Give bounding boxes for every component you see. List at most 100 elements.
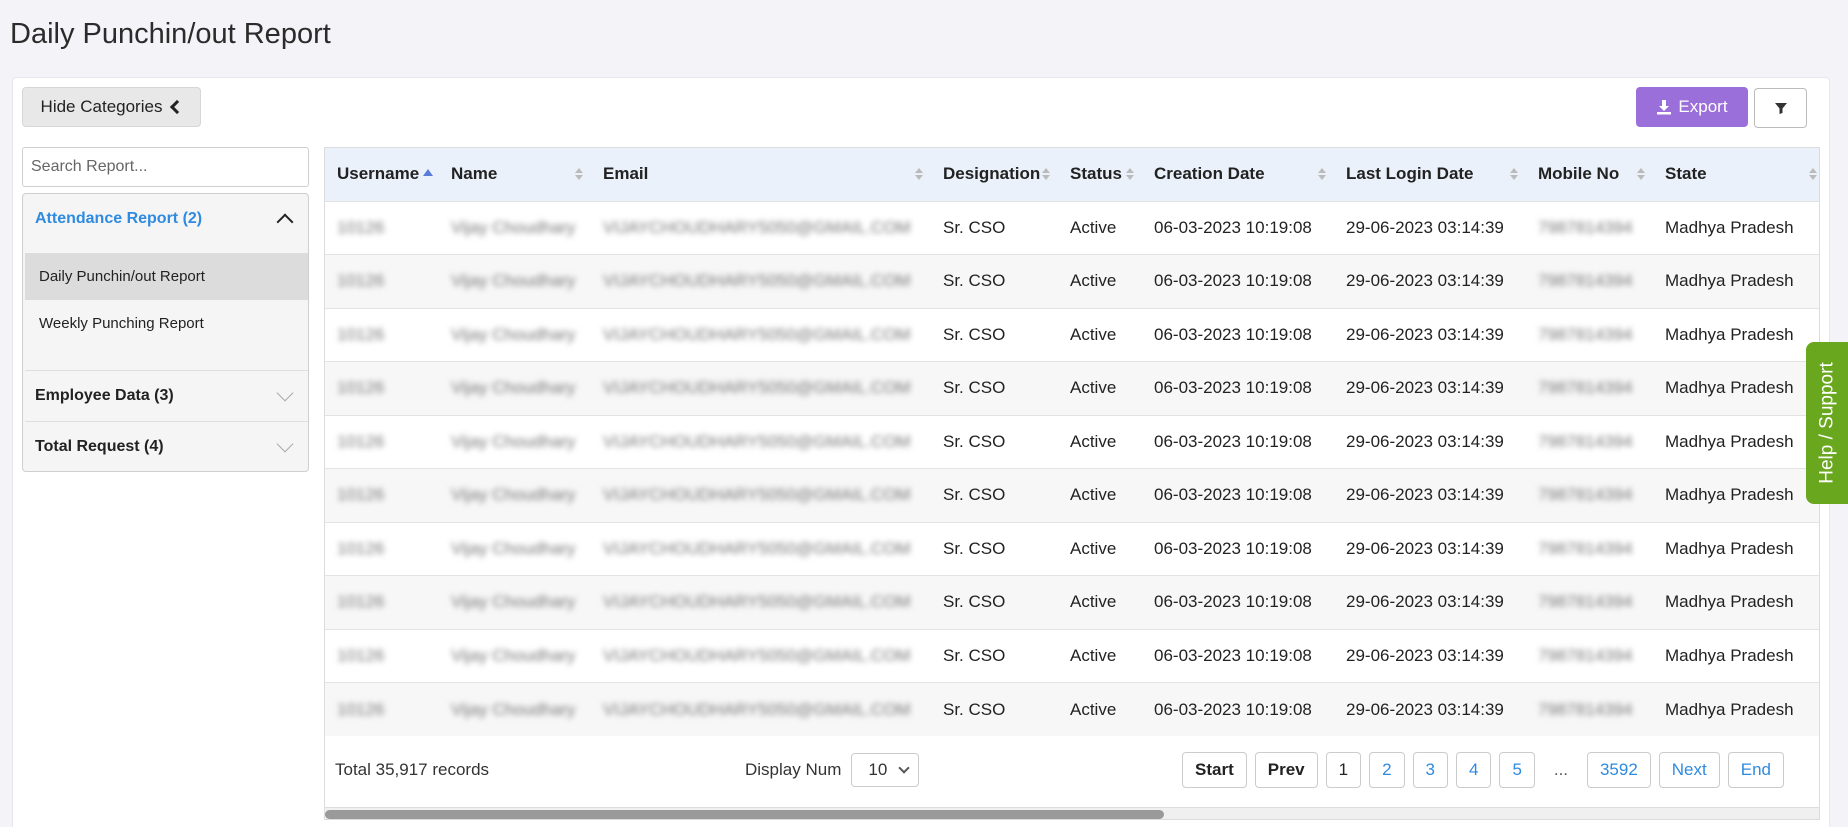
table-row[interactable]: 10126 Vijay Choudhary VIJAYCHOUDHARY5050@G… [325,522,1819,576]
page-5-button[interactable]: 5 [1499,752,1535,788]
horizontal-scrollbar[interactable] [325,807,1819,819]
table-row[interactable]: 10126 Vijay Choudhary VIJAYCHOUDHARY5050@G… [325,629,1819,683]
table-row[interactable]: 10126 Vijay Choudhary VIJAYCHOUDHARY5050@G… [325,201,1819,255]
category-label: Total Request (4) [35,438,164,455]
table-cell: Madhya Pradesh [1665,592,1794,612]
page-4-button[interactable]: 4 [1456,752,1492,788]
prev-button[interactable]: Prev [1254,752,1318,788]
column-header-state[interactable]: State [1653,148,1819,201]
table-cell: 10126 [337,645,385,665]
table-cell: 7987814394 [1538,645,1633,665]
category-attendance-report[interactable]: Attendance Report (2) [35,194,297,244]
table-footer: Total 35,917 records Display Num 10 Star… [325,739,1819,801]
search-report-input[interactable] [22,147,309,187]
table-cell: 29-06-2023 03:14:39 [1346,538,1504,558]
table-row[interactable]: 10126 Vijay Choudhary VIJAYCHOUDHARY5050@G… [325,254,1819,308]
table-row[interactable]: 10126 Vijay Choudhary VIJAYCHOUDHARY5050@G… [325,575,1819,629]
table-cell: 06-03-2023 10:19:08 [1154,431,1312,451]
total-records: Total 35,917 records [335,760,490,779]
table-cell: Active [1070,699,1117,719]
table-cell: 29-06-2023 03:14:39 [1346,271,1504,291]
table-cell: 7987814394 [1538,592,1633,612]
table-cell: Madhya Pradesh [1665,271,1794,291]
table-row[interactable]: 10126 Vijay Choudhary VIJAYCHOUDHARY5050@G… [325,468,1819,522]
table-cell: 29-06-2023 03:14:39 [1346,592,1504,612]
table-cell: 29-06-2023 03:14:39 [1346,699,1504,719]
table-cell: Vijay Choudhary [451,271,576,291]
end-button[interactable]: End [1727,752,1784,788]
category-sidebar: Attendance Report (2) Daily Punchin/out … [22,193,309,472]
table-cell: 06-03-2023 10:19:08 [1154,699,1312,719]
table-cell: Active [1070,485,1117,505]
table-cell: 10126 [337,378,385,398]
export-button[interactable]: Export [1636,87,1748,127]
start-button[interactable]: Start [1182,752,1247,788]
table-row[interactable]: 10126 Vijay Choudhary VIJAYCHOUDHARY5050@G… [325,415,1819,469]
table-cell: VIJAYCHOUDHARY5050@GMAIL.COM [603,217,911,237]
report-item-daily-punchin[interactable]: Daily Punchin/out Report [25,253,308,300]
table-cell: VIJAYCHOUDHARY5050@GMAIL.COM [603,538,911,558]
table-cell: VIJAYCHOUDHARY5050@GMAIL.COM [603,592,911,612]
table-cell: 06-03-2023 10:19:08 [1154,217,1312,237]
filter-button[interactable] [1754,88,1807,128]
table-cell: 06-03-2023 10:19:08 [1154,538,1312,558]
table-row[interactable]: 10126 Vijay Choudhary VIJAYCHOUDHARY5050@G… [325,308,1819,362]
table-cell: Vijay Choudhary [451,645,576,665]
table-cell: VIJAYCHOUDHARY5050@GMAIL.COM [603,431,911,451]
page-3-button[interactable]: 3 [1412,752,1449,788]
help-support-tab[interactable]: Help / Support [1806,342,1848,504]
column-header-email[interactable]: Email [591,148,931,201]
table-cell: 10126 [337,217,385,237]
report-table-container: Username Name Email Designation Status C… [324,147,1820,820]
hide-categories-button[interactable]: Hide Categories [22,87,201,127]
table-cell: 06-03-2023 10:19:08 [1154,324,1312,344]
table-cell: 10126 [337,538,385,558]
table-cell: Active [1070,592,1117,612]
last-page-button[interactable]: 3592 [1586,752,1651,788]
report-item-label: Daily Punchin/out Report [39,268,205,285]
report-item-weekly-punching[interactable]: Weekly Punching Report [25,300,308,347]
table-cell: 7987814394 [1538,538,1633,558]
page-1-button[interactable]: 1 [1325,752,1362,788]
table-cell: Vijay Choudhary [451,592,576,612]
category-employee-data[interactable]: Employee Data (3) [35,371,297,421]
table-cell: 06-03-2023 10:19:08 [1154,645,1312,665]
sort-icon [575,168,583,181]
column-header-username[interactable]: Username [325,148,439,201]
table-cell: Madhya Pradesh [1665,431,1794,451]
table-cell: 7987814394 [1538,378,1633,398]
download-icon [1657,100,1672,115]
table-cell: Madhya Pradesh [1665,538,1794,558]
chevron-left-icon [170,99,185,115]
table-cell: 7987814394 [1538,485,1633,505]
column-header-name[interactable]: Name [439,148,591,201]
scrollbar-thumb[interactable] [325,810,1164,819]
help-support-label: Help / Support [1817,362,1838,484]
page-size-select[interactable]: 10 [851,753,920,787]
column-header-mobile-no[interactable]: Mobile No [1526,148,1653,201]
table-cell: 10126 [337,271,385,291]
page-2-button[interactable]: 2 [1369,752,1405,788]
page-title: Daily Punchin/out Report [10,18,331,50]
table-cell: 10126 [337,485,385,505]
table-row[interactable]: 10126 Vijay Choudhary VIJAYCHOUDHARY5050@G… [325,682,1819,736]
sort-icon [1042,168,1050,181]
table-cell: Madhya Pradesh [1665,378,1794,398]
sort-ascending-icon [423,169,434,177]
report-table: Username Name Email Designation Status C… [325,148,1819,736]
column-header-status[interactable]: Status [1058,148,1142,201]
table-cell: 29-06-2023 03:14:39 [1346,431,1504,451]
column-header-last-login-date[interactable]: Last Login Date [1334,148,1526,201]
sort-icon [1510,168,1518,181]
table-cell: Madhya Pradesh [1665,699,1794,719]
category-total-request[interactable]: Total Request (4) [35,422,297,472]
next-button[interactable]: Next [1658,752,1720,788]
pager-ellipsis: ... [1553,760,1569,779]
table-cell: Active [1070,645,1117,665]
chevron-down-icon [276,435,294,453]
column-header-designation[interactable]: Designation [931,148,1058,201]
table-row[interactable]: 10126 Vijay Choudhary VIJAYCHOUDHARY5050@G… [325,361,1819,415]
column-header-creation-date[interactable]: Creation Date [1142,148,1334,201]
chevron-up-icon [276,213,294,231]
table-cell: Vijay Choudhary [451,485,576,505]
